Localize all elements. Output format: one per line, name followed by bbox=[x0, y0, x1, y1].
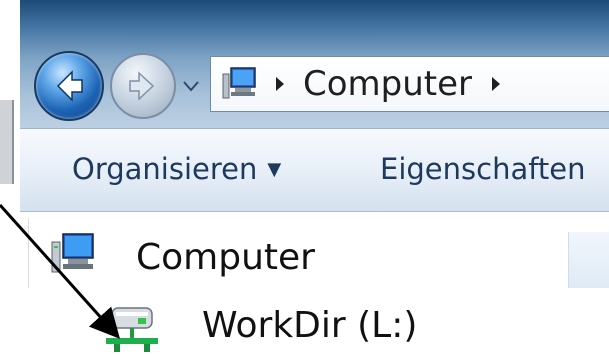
breadcrumb-arrow-icon[interactable] bbox=[271, 71, 289, 97]
caret-down-icon: ▼ bbox=[267, 159, 282, 180]
properties-label: Eigenschaften bbox=[380, 152, 586, 186]
explorer-window: Computer Organisieren ▼ Eigenschaften Co… bbox=[20, 0, 609, 355]
chevron-down-icon bbox=[183, 81, 199, 92]
nav-item-computer[interactable]: Computer bbox=[32, 220, 362, 284]
navigation-pane: Computer WorkDir (L:) bbox=[20, 212, 609, 355]
back-button[interactable] bbox=[34, 51, 104, 121]
command-bar: Organisieren ▼ Eigenschaften bbox=[20, 128, 609, 212]
title-bar: Computer bbox=[20, 0, 609, 128]
background-window-edge bbox=[0, 100, 14, 184]
computer-icon bbox=[222, 67, 256, 99]
forward-button[interactable] bbox=[110, 53, 176, 119]
breadcrumb-computer[interactable]: Computer bbox=[303, 64, 472, 104]
nav-item-label: Computer bbox=[136, 237, 315, 278]
nav-item-label: WorkDir (L:) bbox=[202, 305, 418, 346]
pane-divider bbox=[28, 218, 29, 288]
breadcrumb-arrow-icon[interactable] bbox=[487, 71, 505, 97]
organize-label: Organisieren bbox=[72, 152, 258, 186]
organize-button[interactable]: Organisieren ▼ bbox=[72, 151, 281, 188]
content-header bbox=[568, 232, 609, 288]
computer-icon bbox=[51, 233, 94, 273]
network-drive-icon bbox=[106, 307, 158, 352]
recent-pages-button[interactable] bbox=[180, 75, 202, 97]
back-arrow-icon bbox=[56, 70, 83, 102]
address-bar[interactable]: Computer bbox=[210, 56, 609, 112]
forward-arrow-icon bbox=[129, 71, 155, 101]
nav-item-workdir-drive[interactable]: WorkDir (L:) bbox=[100, 294, 440, 352]
properties-button[interactable]: Eigenschaften bbox=[380, 151, 586, 187]
